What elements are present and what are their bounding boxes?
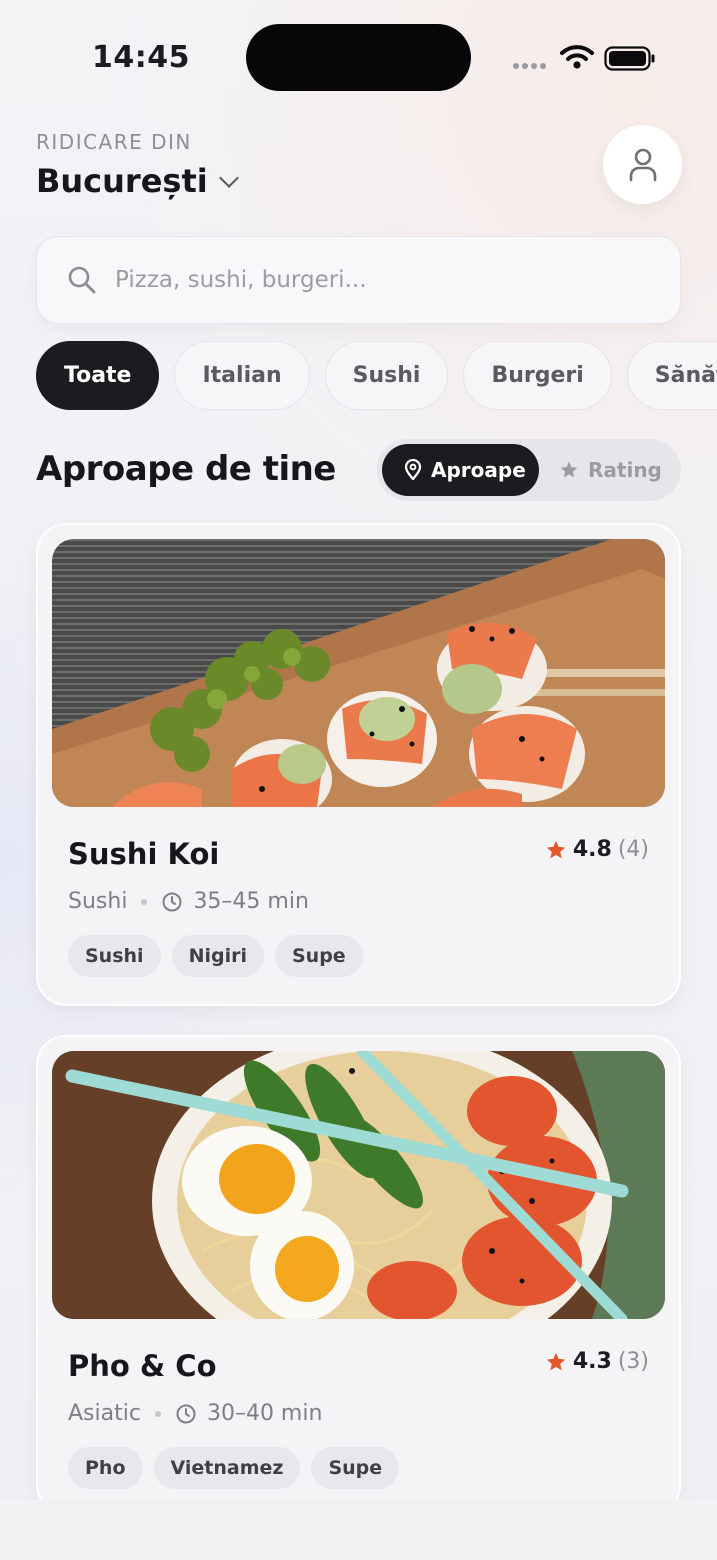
tag: Sushi [68, 935, 161, 977]
search-icon [68, 266, 96, 294]
search-input[interactable] [115, 267, 615, 293]
city-selector[interactable]: București [36, 162, 239, 200]
tag: Supe [274, 935, 363, 977]
rating-count: (4) [617, 837, 649, 862]
restaurant-card[interactable]: Pho & Co 4.3 (3) Asiatic 30–40 min Pho V… [36, 1035, 681, 1515]
sort-rating-label: Rating [588, 458, 662, 482]
sort-toggle: Aproape Rating [377, 439, 681, 501]
restaurant-tags: Sushi Nigiri Supe [68, 935, 363, 977]
restaurant-photo [52, 1051, 665, 1319]
pickup-label: RIDICARE DIN [36, 130, 192, 154]
chevron-down-icon [218, 168, 239, 188]
separator-dot [154, 1410, 161, 1417]
chip-italian[interactable]: Italian [174, 341, 310, 410]
bottom-fade [0, 1500, 717, 1560]
user-icon [629, 148, 656, 181]
restaurant-meta: Sushi 35–45 min [68, 889, 309, 914]
star-icon [546, 1352, 566, 1370]
tag: Vietnamez [153, 1447, 301, 1489]
restaurant-tags: Pho Vietnamez Supe [68, 1447, 400, 1489]
rating-count: (3) [617, 1349, 649, 1374]
chip-toate[interactable]: Toate [36, 341, 160, 410]
location-pin-icon [404, 459, 422, 481]
chip-sanatos[interactable]: Sănătos [626, 341, 717, 410]
restaurant-card[interactable]: Sushi Koi 4.8 (4) Sushi 35–45 min Sushi … [36, 523, 681, 1006]
tag: Nigiri [171, 935, 264, 977]
battery-icon [604, 46, 655, 71]
search-bar[interactable] [36, 236, 681, 324]
clock-icon [176, 1404, 196, 1423]
sort-nearby-label: Aproape [431, 458, 526, 482]
star-icon [546, 840, 566, 858]
status-time: 14:45 [92, 40, 190, 75]
rating-value: 4.3 [572, 1349, 612, 1374]
delivery-time: 35–45 min [193, 889, 309, 914]
cellular-signal-icon [513, 63, 546, 69]
cuisine-label: Asiatic [68, 1401, 141, 1426]
tag: Pho [68, 1447, 143, 1489]
delivery-time: 30–40 min [206, 1401, 323, 1426]
restaurant-rating: 4.8 (4) [545, 837, 649, 862]
dynamic-island [246, 24, 471, 91]
restaurant-rating: 4.3 (3) [545, 1349, 649, 1374]
separator-dot [141, 898, 148, 905]
restaurant-photo [52, 539, 665, 807]
clock-icon [162, 892, 182, 911]
cuisine-label: Sushi [68, 889, 128, 914]
chip-sushi[interactable]: Sushi [324, 341, 449, 410]
profile-button[interactable] [603, 125, 682, 204]
rating-value: 4.8 [572, 837, 612, 862]
app-screen: 14:45 RIDICARE DIN București Toate Itali… [0, 0, 717, 1560]
city-name: București [36, 162, 208, 200]
category-chips: Toate Italian Sushi Burgeri Sănătos [36, 341, 717, 410]
wifi-icon [560, 45, 594, 69]
chip-burgeri[interactable]: Burgeri [463, 341, 612, 410]
sort-rating-button[interactable]: Rating [539, 444, 662, 496]
restaurant-meta: Asiatic 30–40 min [68, 1401, 322, 1426]
star-icon [560, 461, 578, 478]
restaurant-name: Sushi Koi [68, 837, 220, 871]
restaurant-name: Pho & Co [68, 1349, 217, 1383]
section-title: Aproape de tine [36, 449, 336, 489]
tag: Supe [311, 1447, 400, 1489]
sort-nearby-button[interactable]: Aproape [382, 444, 539, 496]
